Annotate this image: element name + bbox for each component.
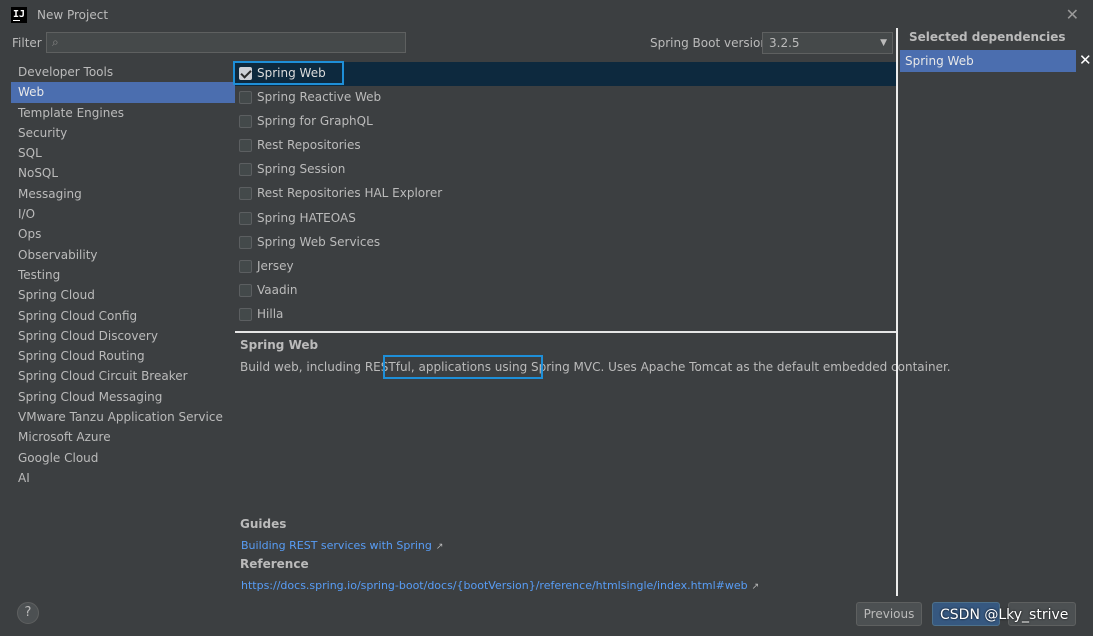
window-title: New Project [37,8,109,22]
category-item[interactable]: Developer Tools [11,62,235,82]
dependency-label: Spring Reactive Web [257,90,382,105]
category-item[interactable]: NoSQL [11,163,235,183]
category-list: Developer Tools Web Template Engines Securi… [11,62,235,488]
dependency-list: Spring Web Spring Reactive Web Spring for … [235,62,896,327]
dependency-label: Rest Repositories [257,138,361,153]
dependency-checkbox[interactable] [239,91,252,105]
dependency-row[interactable]: Hilla [235,303,896,327]
category-item[interactable]: Microsoft Azure [11,427,235,447]
category-item[interactable]: Google Cloud [11,448,235,468]
external-link-icon: ↗ [435,542,444,552]
category-item[interactable]: Observability [11,245,235,265]
reference-title: Reference [240,557,309,571]
description-text: Build web, including RESTful, applicatio… [240,360,951,374]
dependency-label: Spring Session [257,162,346,177]
category-item[interactable]: AI [11,468,235,488]
selected-dependency-item[interactable]: Spring Web [900,50,1076,72]
dependency-checkbox[interactable] [239,67,252,80]
dependency-label: Spring Web [257,66,326,80]
dependency-checkbox[interactable] [239,259,252,273]
guides-link[interactable]: Building REST services with Spring ↗ [241,539,443,552]
dependency-label: Hilla [257,306,284,321]
dependency-checkbox[interactable] [239,115,252,129]
chevron-down-icon: ▼ [880,38,887,48]
dependency-label: Jersey [257,258,294,273]
category-item[interactable]: Testing [11,265,235,285]
dependency-checkbox[interactable] [239,235,252,249]
description-title: Spring Web [240,338,319,352]
category-item[interactable]: SQL [11,143,235,163]
category-item[interactable]: Spring Cloud Config [11,306,235,326]
dependency-checkbox[interactable] [239,283,252,297]
dependency-label: Spring HATEOAS [257,210,356,225]
selected-dependencies-title: Selected dependencies [909,30,1066,44]
dependency-row[interactable]: Rest Repositories [235,134,896,158]
dependency-row[interactable]: Vaadin [235,279,896,303]
dependency-row[interactable]: Spring Web [235,62,896,87]
category-item[interactable]: Spring Cloud Discovery [11,326,235,346]
external-link-icon: ↗ [751,582,760,592]
dependency-checkbox[interactable] [239,187,252,201]
help-button[interactable]: ? [17,602,39,624]
dependency-row[interactable]: Spring HATEOAS [235,207,896,231]
dependency-checkbox[interactable] [239,211,252,225]
filter-field[interactable]: ⌕ [46,32,406,53]
search-icon: ⌕ [52,35,59,49]
category-item[interactable]: Spring Cloud Messaging [11,387,235,407]
filter-label: Filter [12,36,42,50]
close-icon[interactable]: ✕ [1066,5,1079,24]
category-item[interactable]: Template Engines [11,103,235,123]
dependency-label: Rest Repositories HAL Explorer [257,186,443,201]
guides-title: Guides [240,517,287,531]
category-item[interactable]: Ops [11,224,235,244]
filter-input[interactable] [69,34,399,51]
category-item[interactable]: Spring Cloud Routing [11,346,235,366]
category-item[interactable]: Spring Cloud [11,285,235,305]
intellij-logo-icon: IJ [11,7,27,23]
dependency-row[interactable]: Rest Repositories HAL Explorer [235,182,896,206]
category-item[interactable]: I/O [11,204,235,224]
previous-button[interactable]: Previous [856,602,922,626]
spring-boot-version-label: Spring Boot version [650,36,768,50]
dependency-row[interactable]: Spring for GraphQL [235,110,896,134]
category-item[interactable]: Web [11,82,235,103]
spring-boot-version-value: 3.2.5 [769,36,800,50]
category-item[interactable]: VMware Tanzu Application Service [11,407,235,427]
dependency-row[interactable]: Jersey [235,255,896,279]
dependency-row[interactable]: Spring Web Services [235,231,896,255]
category-item[interactable]: Spring Cloud Circuit Breaker [11,366,235,386]
category-item[interactable]: Messaging [11,184,235,204]
reference-link-text[interactable]: https://docs.spring.io/spring-boot/docs/… [241,579,748,592]
spring-boot-version-select[interactable]: 3.2.5 ▼ [762,32,893,54]
category-item[interactable]: Security [11,123,235,143]
dependency-label: Vaadin [257,282,298,297]
dependency-checkbox[interactable] [239,139,252,153]
dependency-row[interactable]: Spring Session [235,158,896,182]
dependency-checkbox[interactable] [239,163,252,177]
dependency-label: Spring Web Services [257,234,381,249]
watermark: CSDN @Lky_strive [940,607,1069,623]
dependency-row[interactable]: Spring Reactive Web [235,86,896,110]
dependency-checkbox[interactable] [239,307,252,321]
title-bar: IJ New Project ✕ [0,0,1093,30]
panel-divider [896,28,898,596]
remove-dependency-icon[interactable]: ✕ [1079,51,1092,69]
description-divider [235,331,896,333]
guides-link-text[interactable]: Building REST services with Spring [241,539,432,552]
dependency-label: Spring for GraphQL [257,114,373,129]
reference-link[interactable]: https://docs.spring.io/spring-boot/docs/… [241,579,759,592]
